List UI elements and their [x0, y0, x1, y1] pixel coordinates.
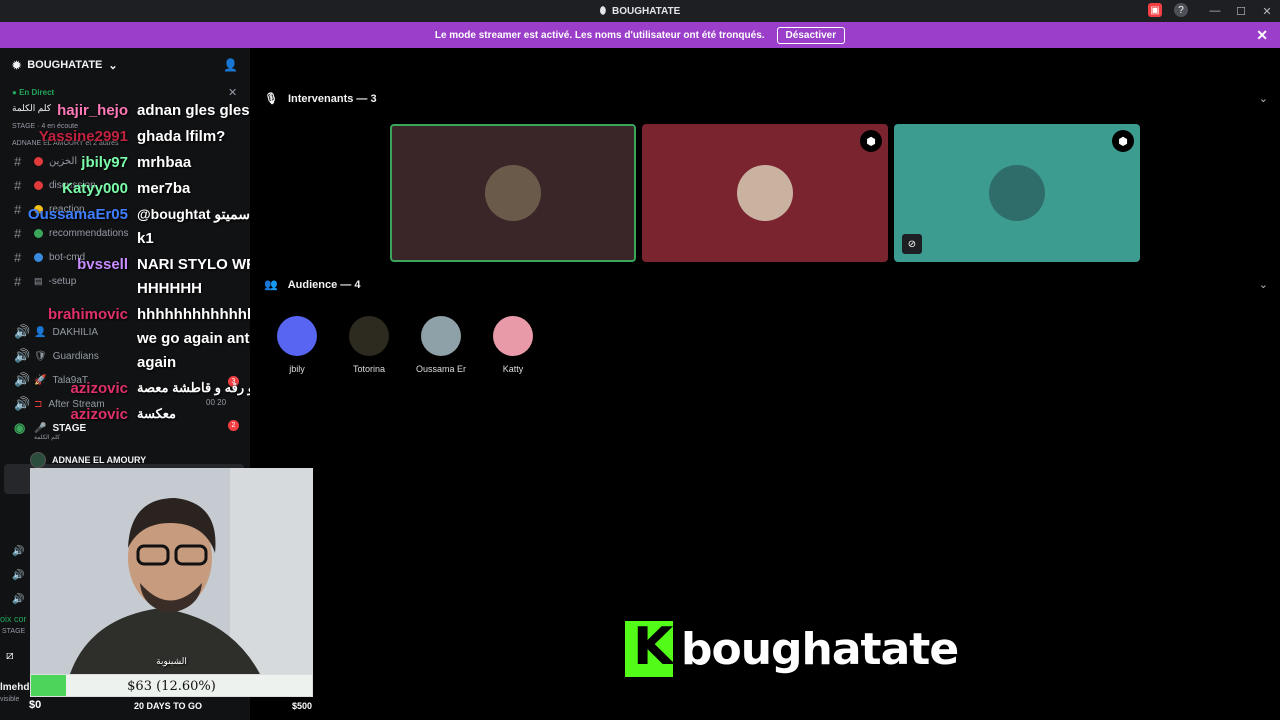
kick-logo: K boughatate [625, 617, 959, 677]
voice-channel-item[interactable]: 🔊 👤 DAKHILIA [14, 324, 98, 340]
muted-microphone-icon: ⊘ [902, 234, 922, 254]
avatar [737, 165, 793, 221]
microphone-icon: 🎙 [264, 93, 278, 105]
goal-days: 20 DAYS TO GO [134, 701, 203, 711]
inbox-icon[interactable]: ▣ [1148, 3, 1162, 17]
stage-icon: ◉ [14, 420, 26, 435]
voice-status-partial: oix cor [0, 614, 27, 624]
goal-amount: $63 (12.60%) [127, 679, 216, 694]
maximize-icon[interactable]: ☐ [1228, 5, 1254, 18]
discord-icon: ⬮ [599, 5, 606, 17]
live-close-icon[interactable]: ✕ [228, 86, 237, 99]
channel-name: boughatate [681, 623, 959, 675]
channel-item[interactable]: # reaction [14, 202, 85, 217]
moderator-icon: ⬢ [860, 130, 882, 152]
hash-icon: # [14, 250, 22, 265]
window-title: ⬮ BOUGHATATE [599, 5, 681, 17]
help-icon[interactable]: ? [1174, 3, 1188, 17]
kick-icon: K [625, 617, 673, 677]
avatar [349, 316, 389, 356]
chevron-down-icon[interactable]: ⌄ [1259, 278, 1268, 291]
live-meta: STAGE · 4 en écoute [12, 123, 79, 130]
stream-icon[interactable]: ⧄ [6, 648, 14, 663]
avatar [421, 316, 461, 356]
user-status-partial: visible [0, 696, 20, 703]
webcam-label: الشبنوبة [156, 656, 187, 666]
chevron-down-icon[interactable]: ⌄ [1259, 92, 1268, 105]
microphone-icon: 🎤 [34, 422, 47, 434]
close-icon[interactable]: ✕ [1254, 5, 1280, 18]
server-name: BOUGHATATE [27, 59, 103, 71]
goal-max: $500 [292, 701, 313, 711]
shield-icon: 🛡 [34, 350, 47, 362]
people-icon: 👥 [264, 279, 278, 291]
avatar [989, 165, 1045, 221]
audience-member[interactable]: jbily [267, 316, 327, 374]
channel-item[interactable]: # discussion [14, 178, 96, 193]
live-title: كلم الكلمة [12, 103, 51, 113]
audience-member[interactable]: Totorina [339, 316, 399, 374]
speaker-icon: 🔊 [14, 348, 31, 363]
voice-channel-item[interactable]: 🔊 🛡 Guardians [14, 348, 99, 364]
speaker-icon: 🔊 [14, 372, 31, 387]
goal-min: $0 [29, 699, 42, 711]
webcam-person [30, 468, 313, 674]
rocket-icon: 🚀 [34, 374, 47, 386]
magnet-icon: ⊐ [34, 398, 43, 410]
server-header[interactable]: ✹ BOUGHATATE ⌄ 👤 [0, 48, 250, 82]
streamer-mode-banner: Le mode streamer est activé. Les noms d'… [0, 22, 1280, 48]
hash-icon: # [14, 154, 22, 169]
stage-member[interactable]: ADNANE EL AMOURY [30, 452, 146, 468]
audience-header[interactable]: 👥 Audience — 4 [264, 278, 360, 292]
donation-goal-bar: $63 (12.60%) [30, 674, 313, 697]
avatar [277, 316, 317, 356]
title-bar: ⬮ BOUGHATATE ▣ ? — ☐ ✕ [0, 0, 1280, 22]
hash-icon: # [14, 274, 22, 289]
username-partial: lmehd [0, 682, 30, 693]
notification-badge: 3 [228, 376, 239, 387]
stage-view: 🎙 Intervenants — 3 ⌄ ⬢ ⬢ ⊘ 👥 Audience — … [250, 48, 1280, 720]
hash-icon: # [14, 178, 22, 193]
avatar [485, 165, 541, 221]
channel-item[interactable]: # ▤ -setup [14, 274, 76, 289]
banner-text: Le mode streamer est activé. Les noms d'… [434, 29, 765, 41]
voice-channel-item[interactable]: 🔊 🚀 Tala9aT [14, 372, 88, 388]
voice-channel-item[interactable]: 🔊 ⊐ After Stream [14, 396, 105, 412]
live-indicator: ● En Direct [12, 88, 55, 97]
speaker-icon: 🔊 [14, 396, 31, 411]
channel-item[interactable]: # الخزين [14, 154, 77, 169]
speaker-icon: 🔊 [12, 570, 25, 581]
banner-close-icon[interactable]: ✕ [1256, 27, 1268, 44]
hash-icon: # [14, 226, 22, 241]
speaker-icon: 🔊 [12, 594, 25, 605]
moderator-icon: ⬢ [1112, 130, 1134, 152]
audience-member[interactable]: Katty [483, 316, 543, 374]
server-icon: ✹ [12, 59, 22, 72]
person-icon: 👤 [34, 326, 47, 338]
disable-streamer-mode-button[interactable]: Désactiver [776, 26, 846, 44]
stage-sub: كلم الكلمة [34, 435, 60, 441]
chevron-down-icon: ⌄ [108, 59, 118, 72]
speaker-tile[interactable] [390, 124, 636, 262]
hash-icon: # [14, 202, 22, 217]
notification-badge: 2 [228, 420, 239, 431]
speakers-header[interactable]: 🎙 Intervenants — 3 [264, 92, 377, 106]
user-count: 00 20 [206, 398, 227, 407]
speaker-tile[interactable]: ⬢ [642, 124, 888, 262]
speaker-icon: 🔊 [14, 324, 31, 339]
minimize-icon[interactable]: — [1202, 5, 1228, 17]
voice-channel-partial: STAGE [2, 628, 26, 635]
channel-item[interactable]: # bot-cmd [14, 250, 85, 265]
webcam-feed: الشبنوبة [30, 468, 313, 674]
live-participants: ADNANE EL AMOURY et 2 autres [12, 140, 119, 147]
page-icon: ▤ [34, 276, 43, 286]
avatar [30, 452, 46, 468]
add-member-icon[interactable]: 👤 [223, 58, 238, 72]
channel-item[interactable]: # recommendations [14, 226, 128, 241]
speaker-tile[interactable]: ⬢ ⊘ [894, 124, 1140, 262]
speaker-icon: 🔊 [12, 546, 25, 557]
audience-member[interactable]: Oussama Er [411, 316, 471, 374]
avatar [493, 316, 533, 356]
